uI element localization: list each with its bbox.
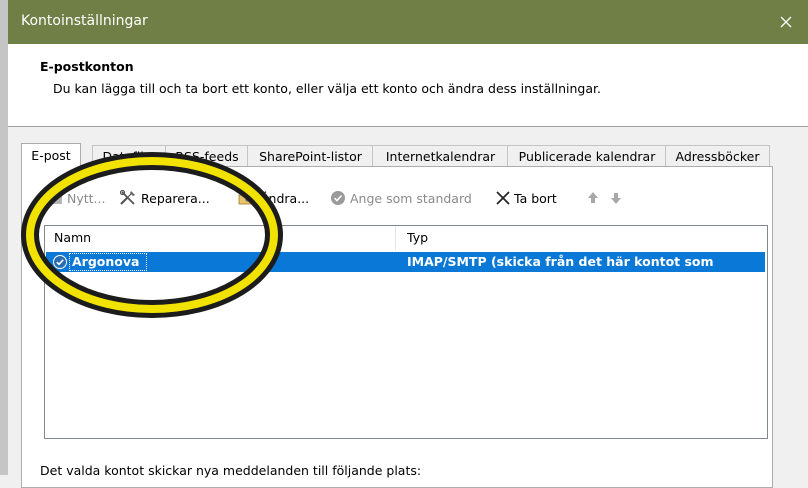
tab-internetkalendrar[interactable]: Internetkalendrar <box>372 145 509 167</box>
move-down-icon <box>611 193 621 204</box>
header-description: Du kan lägga till och ta bort ett konto,… <box>53 81 601 96</box>
header-panel: E-postkonton Du kan lägga till och ta bo… <box>8 44 808 127</box>
close-button[interactable] <box>764 0 808 44</box>
column-separator[interactable] <box>395 226 396 250</box>
default-account-check-icon <box>53 255 67 269</box>
account-name: Argonova <box>72 254 140 269</box>
remove-x-icon <box>496 191 510 205</box>
move-down-button[interactable] <box>610 189 622 207</box>
tab-rss-feeds[interactable]: RSS-feeds <box>165 145 249 167</box>
new-account-label: Nytt... <box>67 190 106 206</box>
accounts-list[interactable]: Namn Typ Argonova IMAP/SMTP (skicka från… <box>44 225 768 439</box>
account-row[interactable]: Argonova IMAP/SMTP (skicka från det här … <box>46 252 765 289</box>
move-up-icon <box>588 192 598 203</box>
set-default-label: Ange som standard <box>350 190 472 206</box>
background-strip <box>0 0 8 475</box>
tab-publicerade-kalendrar[interactable]: Publicerade kalendrar <box>507 145 667 167</box>
email-tab-panel: Nytt... Reparera... Ändra... Ange som st… <box>21 166 773 488</box>
new-account-button[interactable]: Nytt... <box>47 189 105 207</box>
account-type: IMAP/SMTP (skicka från det här kontot so… <box>407 254 714 289</box>
account-settings-dialog: Kontoinställningar E-postkonton Du kan l… <box>8 0 808 488</box>
change-button[interactable]: Ändra... <box>238 189 309 207</box>
tab-adressbocker[interactable]: Adressböcker <box>665 145 770 167</box>
remove-button[interactable]: Ta bort <box>496 189 557 207</box>
check-circle-icon <box>331 191 345 205</box>
footer-description: Det valda kontot skickar nya meddelanden… <box>40 463 422 478</box>
change-icon <box>238 192 255 205</box>
new-account-icon <box>47 194 63 204</box>
remove-label: Ta bort <box>514 190 557 206</box>
repair-icon <box>119 190 135 205</box>
tab-e-post[interactable]: E-post <box>21 143 81 168</box>
change-label: Ändra... <box>260 190 310 206</box>
repair-button[interactable]: Reparera... <box>119 189 210 207</box>
column-header-name[interactable]: Namn <box>54 226 91 250</box>
column-header-type[interactable]: Typ <box>407 226 428 250</box>
close-icon <box>780 16 792 28</box>
tab-datafiler[interactable]: Datafiler <box>92 145 167 167</box>
window-title: Kontoinställningar <box>21 13 148 29</box>
set-default-button[interactable]: Ange som standard <box>330 189 472 207</box>
repair-label: Reparera... <box>141 190 210 206</box>
tab-sharepoint-listor[interactable]: SharePoint-listor <box>247 145 374 167</box>
move-up-button[interactable] <box>587 189 599 207</box>
title-bar[interactable]: Kontoinställningar <box>8 0 808 44</box>
header-title: E-postkonton <box>40 59 134 74</box>
